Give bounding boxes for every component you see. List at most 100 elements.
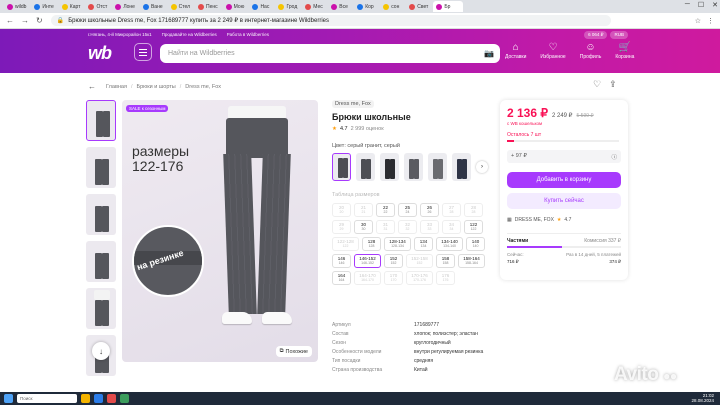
browser-tab[interactable]: Стел (168, 1, 193, 12)
breadcrumb-item[interactable]: Главная (106, 84, 127, 90)
size-option[interactable]: 146-152 146-152 (354, 254, 381, 268)
camera-icon[interactable]: 📷 (484, 49, 494, 58)
browser-icon[interactable] (94, 394, 103, 403)
catalog-menu-button[interactable] (134, 43, 152, 61)
header-nav-profile[interactable]: ☺ Профиль (580, 42, 602, 60)
points-box[interactable]: + 97 ₽ ⓘ (507, 150, 621, 163)
color-swatch[interactable] (404, 153, 423, 181)
back-arrow-icon[interactable]: ← (88, 82, 96, 91)
browser-tab[interactable]: Бр (433, 1, 464, 12)
size-option[interactable]: 134 134 (414, 237, 433, 251)
size-option[interactable]: 122-128 122 (332, 237, 359, 251)
size-option[interactable]: 33 33 (420, 220, 439, 234)
header-nav-delivery[interactable]: ⌂ Доставки (505, 42, 526, 60)
thumbnails-down-icon[interactable]: ↓ (92, 342, 110, 360)
work-link[interactable]: Работа в Wildberries (227, 32, 269, 37)
currency-select[interactable]: RUB (610, 31, 628, 39)
location-link[interactable]: г.Нягань, 4-й Микрорайон 15к1 (88, 32, 152, 37)
product-thumbnail[interactable] (86, 100, 116, 141)
browser-tab[interactable]: Мес (302, 1, 326, 12)
color-swatch[interactable] (356, 153, 375, 181)
share-icon[interactable]: ⇪ (609, 79, 617, 90)
product-thumbnail[interactable] (86, 194, 116, 235)
browser-tab[interactable]: Свет (406, 1, 431, 12)
size-option[interactable]: 31 31 (376, 220, 395, 234)
swatches-next-icon[interactable]: › (476, 161, 488, 173)
size-table-link[interactable]: Таблица размеров (332, 192, 380, 198)
minimize-icon[interactable]: ─ (685, 1, 690, 9)
browser-tab[interactable]: Нас (249, 1, 273, 12)
size-option[interactable]: 176 176 (436, 271, 455, 285)
maximize-icon[interactable]: ☐ (698, 1, 704, 9)
browser-tab[interactable]: Мою (223, 1, 248, 12)
size-option[interactable]: 122 122 (464, 220, 483, 234)
size-option[interactable]: 146 146 (332, 254, 351, 268)
folder-icon[interactable] (81, 394, 90, 403)
browser-tab[interactable]: wildb (4, 1, 29, 12)
close-icon[interactable]: ✕ (712, 1, 718, 9)
favorite-heart-icon[interactable]: ♡ (593, 79, 601, 90)
browser-tab[interactable]: Ване (140, 1, 166, 12)
header-nav-cart[interactable]: 🛒 Корзина (615, 42, 634, 60)
browser-tab[interactable]: Пенс (195, 1, 221, 12)
size-option[interactable]: 170 170 (384, 271, 403, 285)
sell-link[interactable]: Продавайте на Wildberries (162, 32, 217, 37)
browser-tab[interactable]: Лоне (112, 1, 138, 12)
wallet-note[interactable]: с WB кошельком (507, 121, 542, 126)
search-input[interactable]: Найти на Wildberries 📷 (160, 44, 500, 63)
size-option[interactable]: 20 20 (332, 203, 351, 217)
size-option[interactable]: 164-170 164-170 (354, 271, 381, 285)
reload-icon[interactable]: ↻ (36, 16, 43, 25)
size-option[interactable]: 27 28 (442, 203, 461, 217)
size-option[interactable]: 26 26 (420, 203, 439, 217)
browser-tab[interactable]: Грод (275, 1, 300, 12)
browser-menu-icon[interactable]: ⋮ (707, 17, 714, 25)
size-option[interactable]: 140 140 (466, 237, 485, 251)
similar-button[interactable]: ⧉ Похожие (275, 346, 312, 357)
balance-badge[interactable]: 6 064 ₽ (584, 31, 608, 39)
size-option[interactable]: 30 30 (354, 220, 373, 234)
start-icon[interactable] (4, 394, 13, 403)
size-option[interactable]: 158 158 (436, 254, 455, 268)
brand-tag[interactable]: Dress me, Fox (332, 100, 374, 108)
size-option[interactable]: 134-140 134-140 (436, 237, 463, 251)
size-option[interactable]: 164 164 (332, 271, 351, 285)
size-option[interactable]: 32 32 (398, 220, 417, 234)
bookmark-star-icon[interactable]: ☆ (695, 17, 701, 25)
color-swatch[interactable] (380, 153, 399, 181)
browser-tab[interactable]: сон (380, 1, 404, 12)
size-option[interactable]: 22 22 (376, 203, 395, 217)
color-swatch[interactable] (332, 153, 351, 181)
size-option[interactable]: 170-176 170-176 (406, 271, 433, 285)
browser-tab[interactable]: Отст (85, 1, 110, 12)
back-icon[interactable]: ← (6, 16, 14, 25)
app-icon[interactable] (120, 394, 129, 403)
product-thumbnail[interactable] (86, 147, 116, 188)
size-option[interactable]: 21 21 (354, 203, 373, 217)
add-to-cart-button[interactable]: Добавить в корзину (507, 172, 621, 188)
seller-info[interactable]: ▦ DRESS ME, FOX ★ 4.7 (507, 217, 571, 223)
yandex-icon[interactable] (107, 394, 116, 403)
buy-now-button[interactable]: Купить сейчас (507, 193, 621, 209)
site-logo[interactable]: wb (88, 43, 112, 64)
size-option[interactable]: 128-134 128-134 (384, 237, 411, 251)
breadcrumb-item[interactable]: Dress me, Fox (185, 84, 221, 90)
breadcrumb-item[interactable]: Брюки и шорты (136, 84, 175, 90)
color-swatch[interactable] (452, 153, 471, 181)
browser-tab[interactable]: Кор (354, 1, 378, 12)
rating-block[interactable]: ★ 4.7 2 999 оценок (332, 126, 384, 132)
url-field[interactable]: 🔒 Брюки школьные Dress me, Fox 171689777… (50, 15, 611, 26)
browser-tab[interactable]: Инте (31, 1, 56, 12)
browser-tab[interactable]: Карт (59, 1, 84, 12)
size-option[interactable]: 152 152 (384, 254, 403, 268)
taskbar-search[interactable]: Поиск (17, 394, 77, 403)
size-option[interactable]: 25 24 (398, 203, 417, 217)
header-nav-heart[interactable]: ♡ Избранное (540, 42, 565, 60)
size-option[interactable]: 29 29 (332, 220, 351, 234)
forward-icon[interactable]: → (21, 16, 29, 25)
size-option[interactable]: 28 28 (464, 203, 483, 217)
size-option[interactable]: 152-158 152 (406, 254, 433, 268)
product-thumbnail[interactable] (86, 241, 116, 282)
product-thumbnail[interactable] (86, 288, 116, 329)
size-option[interactable]: 34 34 (442, 220, 461, 234)
